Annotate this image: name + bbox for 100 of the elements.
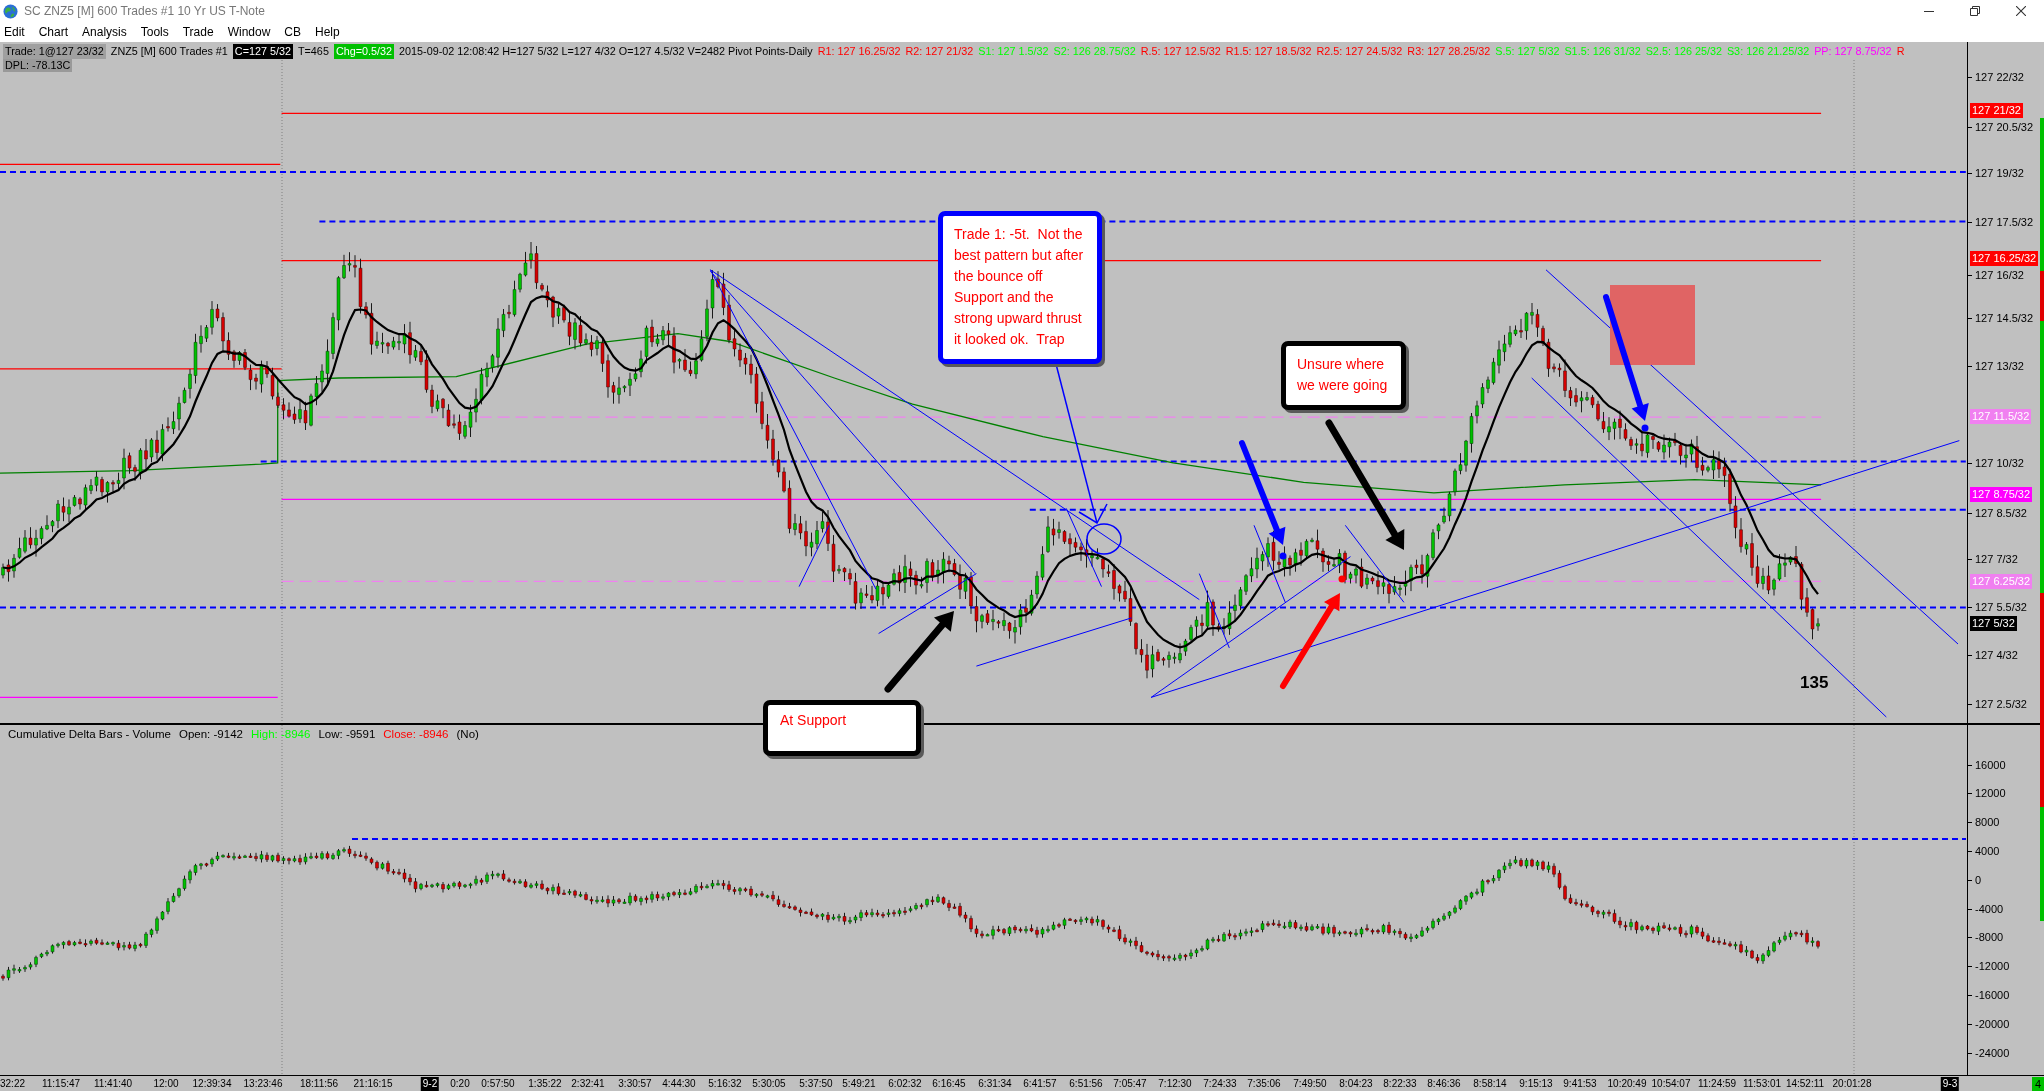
delta-axis-label: -20000 (1968, 1017, 2010, 1031)
window-title: SC ZNZ5 [M] 600 Trades #1 10 Yr US T-Note (24, 4, 265, 18)
menu-item[interactable]: Edit (0, 24, 32, 40)
price-axis-label: 127 16/32 (1968, 268, 2024, 282)
pivot-level-text: R.5: 127 12.5/32 (1140, 44, 1221, 59)
price-marker-label: 127 11.5/32 (1970, 408, 2032, 424)
pivot-level-text: S2.5: 126 25/32 (1645, 44, 1722, 59)
pivot-level-text: S2: 126 28.75/32 (1053, 44, 1136, 59)
time-axis-label: 8:58:14 (1473, 1077, 1507, 1091)
menu-item[interactable]: Help (308, 24, 347, 40)
bar-count-text: 135 (1800, 673, 1829, 693)
price-axis-label: 127 4/32 (1968, 648, 2018, 662)
time-axis-label: 11:53:01 (1742, 1077, 1782, 1091)
date-marker-label: 9-2 (420, 1077, 440, 1091)
delta-axis-label: 0 (1968, 873, 1982, 887)
delta-axis-label: -16000 (1968, 988, 2010, 1002)
time-axis-label: 21:16:15 (353, 1077, 393, 1091)
dot-icon (1641, 424, 1649, 432)
delta-axis-label: 4000 (1968, 844, 2000, 858)
time-axis-label: 8:46:36 (1427, 1077, 1461, 1091)
time-axis-label: 13:23:46 (243, 1077, 283, 1091)
price-axis-label: 127 2.5/32 (1968, 697, 2027, 711)
globe-icon (3, 3, 18, 19)
pivot-level-text: R2.5: 127 24.5/32 (1316, 44, 1403, 59)
time-axis-label: 18:11:56 (299, 1077, 339, 1091)
time-axis-label: 5:16:32 (708, 1077, 742, 1091)
time-axis-label: 8:04:23 (1339, 1077, 1373, 1091)
menu-item[interactable]: Trade (175, 24, 221, 40)
count-badge: 4 (2032, 1077, 2044, 1091)
time-axis-label: 5:37:50 (799, 1077, 833, 1091)
circle-marker (1086, 523, 1122, 555)
delta-stat-text: Open: -9142 (179, 727, 243, 742)
dot-icon (1338, 575, 1346, 583)
time-axis-label: 6:16:45 (932, 1077, 966, 1091)
time-axis-label: 7:49:50 (1293, 1077, 1327, 1091)
pivot-level-text: S1.5: 126 31/32 (1564, 44, 1641, 59)
time-axis-label: 0:20 (450, 1077, 470, 1091)
time-axis-label: 8:22:33 (1383, 1077, 1417, 1091)
info-text: ZNZ5 [M] 600 Trades #1 (110, 44, 228, 59)
time-axis-label: 7:24:33 (1203, 1077, 1237, 1091)
delta-stat-text: Close: -8946 (383, 727, 449, 742)
delta-stat-text: Low: -9591 (318, 727, 376, 742)
delta-axis-label: 16000 (1968, 758, 2006, 772)
time-axis-label: 7:05:47 (1113, 1077, 1147, 1091)
menu-item[interactable]: Window (220, 24, 278, 40)
delta-stat-text: High: -8946 (250, 727, 311, 742)
time-axis-label: 20:01:28 (1832, 1077, 1872, 1091)
dpl-label: DPL: -78.13C (3, 59, 73, 72)
price-axis-label: 127 19/32 (1968, 166, 2024, 180)
position-label: Trade: 1@127 23/32 (3, 44, 106, 59)
time-axis-label: 1:35:22 (528, 1077, 562, 1091)
time-axis-label: 7:12:30 (1158, 1077, 1192, 1091)
time-axis-label: 7:35:06 (1247, 1077, 1281, 1091)
time-axis-label: 3:30:57 (618, 1077, 652, 1091)
menu-item[interactable]: Tools (133, 24, 176, 40)
pivot-level-text: R2: 127 21/32 (905, 44, 974, 59)
price-marker-label: 127 21/32 (1970, 102, 2023, 118)
time-axis-label: 10:54:07 (1651, 1077, 1691, 1091)
pivot-level-text: R1.5: 127 18.5/32 (1225, 44, 1312, 59)
time-axis-label: 9:15:13 (1519, 1077, 1553, 1091)
price-axis-label: 127 8.5/32 (1968, 506, 2027, 520)
last-price-label: C=127 5/32 (232, 44, 293, 59)
annotation-text: Trade 1: -5t. Not the best pattern but after the bounce off Support and the strong upward thrust it looked ok. Trap (954, 225, 1084, 349)
pivot-level-text: S1: 127 1.5/32 (978, 44, 1049, 59)
pivot-level-text: S3: 126 21.25/32 (1726, 44, 1810, 59)
menu-item[interactable]: CB (277, 24, 308, 40)
time-axis-label: 6:31:34 (978, 1077, 1012, 1091)
time-axis-label: 2:32:41 (571, 1077, 605, 1091)
dot-icon (1279, 552, 1287, 560)
price-marker-label: 127 8.75/32 (1970, 486, 2033, 502)
price-axis-label: 127 17.5/32 (1968, 215, 2034, 229)
info-text: 2015-09-02 12:08:42 H=127 5/32 L=127 4/32 O=127 4.5/32 V=2482 Pivot Points-Daily (399, 44, 813, 59)
time-axis-label: 12:00 (153, 1077, 179, 1091)
date-marker-label: 9-3 (1940, 1077, 1960, 1091)
price-axis-label: 127 14.5/32 (1968, 311, 2034, 325)
time-axis-label: 0:57:50 (481, 1077, 515, 1091)
time-axis-label: 32:22 (0, 1077, 26, 1091)
menu-item[interactable]: Analysis (75, 24, 134, 40)
time-axis-label: 6:51:56 (1069, 1077, 1103, 1091)
price-axis-label: 127 20.5/32 (1968, 120, 2034, 134)
price-axis-label: 127 13/32 (1968, 359, 2024, 373)
time-axis-label: 11:15:47 (41, 1077, 81, 1091)
price-axis-label: 127 7/32 (1968, 552, 2018, 566)
menu-item[interactable]: Chart (31, 24, 76, 40)
price-marker-label: 127 6.25/32 (1970, 573, 2033, 589)
info-text: T=465 (297, 44, 329, 59)
time-axis-label: 5:30:05 (752, 1077, 786, 1091)
annotation-text: Unsure where we were going (1297, 355, 1388, 395)
time-axis-label: 5:49:21 (842, 1077, 876, 1091)
delta-stat-text: (No) (456, 727, 479, 742)
pivot-level-text: R1: 127 16.25/32 (817, 44, 901, 59)
restore-icon (1970, 6, 1980, 16)
time-axis-label: 9:41:53 (1563, 1077, 1597, 1091)
time-axis-label: 4:44:30 (662, 1077, 696, 1091)
price-marker-label: 127 16.25/32 (1970, 250, 2039, 266)
time-axis-label: 11:41:40 (93, 1077, 133, 1091)
pivot-level-text: S.5: 127 5/32 (1495, 44, 1560, 59)
change-label: Chg=0.5/32 (333, 44, 395, 59)
time-axis-label: 14:52:11 (1785, 1077, 1825, 1091)
delta-axis-label: -4000 (1968, 902, 2004, 916)
